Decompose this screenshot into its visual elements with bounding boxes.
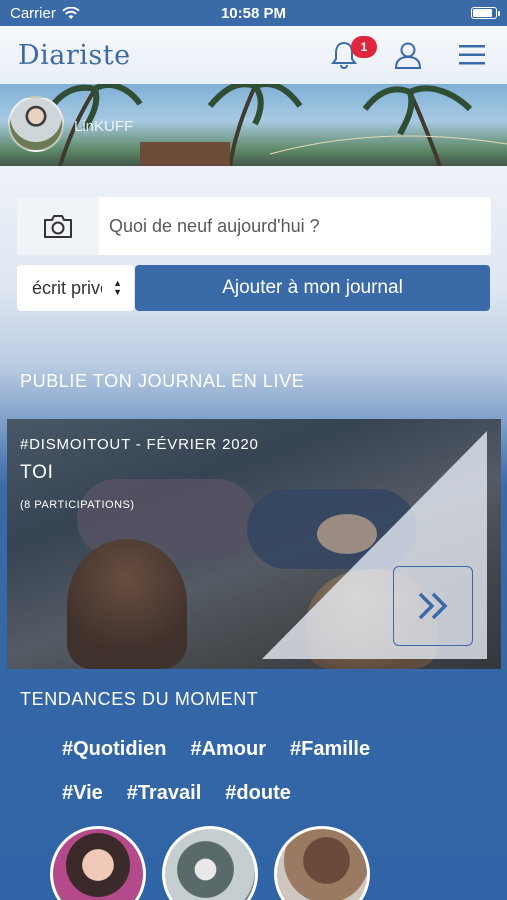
post-composer [17,197,491,255]
privacy-select-value: écrit privé [32,277,102,298]
challenge-hashtag: #DISMOITOUT - FÉVRIER 2020 [20,436,259,453]
trending-users [50,826,370,900]
trend-tag[interactable]: #doute [225,782,291,805]
tag-row: #Vie #Travail #doute [62,782,482,805]
logo-text: Diariste [18,39,131,71]
camera-icon [44,215,72,238]
trend-tag[interactable]: #Vie [62,782,103,805]
post-input[interactable] [99,215,491,237]
trending-user-avatar[interactable] [50,826,146,900]
notifications-button[interactable]: 1 [327,36,377,72]
profile-button[interactable] [391,38,425,72]
battery-icon [471,7,500,19]
user-avatar[interactable] [8,96,64,152]
challenge-next-button[interactable] [393,566,473,646]
trends-section-title: TENDANCES DU MOMENT [20,689,259,709]
menu-button[interactable] [455,38,489,72]
header-actions: 1 [327,36,489,72]
carrier-group: Carrier [10,5,80,22]
username[interactable]: LinKUFF [74,118,133,135]
wifi-icon [62,6,80,19]
double-chevron-right-icon [418,592,448,620]
user-icon [394,42,422,69]
hamburger-menu-icon [459,45,485,65]
trending-tags: #Quotidien #Amour #Famille #Vie #Travail… [62,738,482,826]
camera-button[interactable] [17,197,99,255]
trend-tag[interactable]: #Travail [127,782,202,805]
notification-badge: 1 [351,36,377,58]
logo[interactable]: Diariste [18,40,131,71]
challenge-name: TOI [20,462,54,483]
profile-banner[interactable]: LinKUFF [0,84,507,166]
live-section-title: PUBLIE TON JOURNAL EN LIVE [20,371,305,391]
select-arrows-icon: ▲ ▼ [113,278,122,297]
carrier-label: Carrier [10,4,56,22]
trend-tag[interactable]: #Amour [190,738,266,761]
live-challenge-card[interactable]: #DISMOITOUT - FÉVRIER 2020 TOI (8 PARTIC… [7,419,501,669]
trending-user-avatar[interactable] [162,826,258,900]
add-to-journal-button[interactable]: Ajouter à mon journal [135,265,490,311]
tag-row: #Quotidien #Amour #Famille [62,738,482,761]
status-bar: Carrier 10:58 PM [0,0,507,26]
privacy-select[interactable]: écrit privé ▲▼ [17,265,134,311]
challenge-participants: (8 PARTICIPATIONS) [20,499,135,511]
trend-tag[interactable]: #Quotidien [62,738,166,761]
trend-tag[interactable]: #Famille [290,738,370,761]
trending-user-avatar[interactable] [274,826,370,900]
app-header: Diariste 1 [0,26,507,84]
